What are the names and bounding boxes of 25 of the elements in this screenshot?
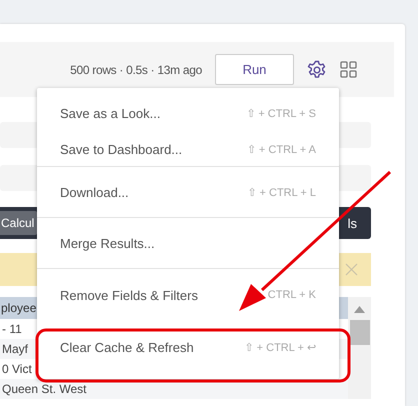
calculation-button[interactable]: Calcul (0, 211, 37, 235)
run-button[interactable]: Run (215, 54, 294, 85)
menu-item[interactable]: Merge Results... (37, 218, 339, 268)
settings-icon[interactable] (307, 60, 327, 80)
scroll-thumb[interactable] (350, 320, 370, 345)
menu-item-label: Save as a Look... (60, 106, 160, 120)
scroll-up-icon[interactable] (354, 306, 365, 313)
shortcut-hint: ⇧ + CTRL + A (246, 142, 316, 156)
menu-item-label: Merge Results... (60, 236, 155, 250)
menu-item-label: Download... (60, 184, 129, 200)
query-stats: 500 rows · 0.5s · 13m ago (70, 62, 202, 76)
shortcut-hint: ⇧ + CTRL + L (247, 186, 316, 198)
menu-item[interactable]: Save to Dashboard... ⇧ + CTRL + A (37, 132, 339, 166)
shortcut-hint: CTRL + K (268, 289, 316, 301)
menu-item-label: Clear Cache & Refresh (60, 340, 194, 354)
totals-button[interactable]: ls (348, 216, 357, 230)
menu-item[interactable]: Remove Fields & Filters CTRL + K (37, 269, 339, 321)
scrollbar[interactable] (348, 297, 371, 399)
menu-item[interactable]: Download... ⇧ + CTRL + L (37, 167, 339, 217)
menu-item-label: Remove Fields & Filters (60, 288, 198, 302)
menu-item-label: Save to Dashboard... (60, 142, 182, 156)
shortcut-hint: ⇧ + CTRL + S (246, 106, 316, 120)
menu-item[interactable]: Save as a Look... ⇧ + CTRL + S (37, 94, 339, 132)
grid-icon[interactable] (340, 61, 357, 78)
shortcut-hint: ⇧ + CTRL + ↩ (244, 340, 316, 354)
